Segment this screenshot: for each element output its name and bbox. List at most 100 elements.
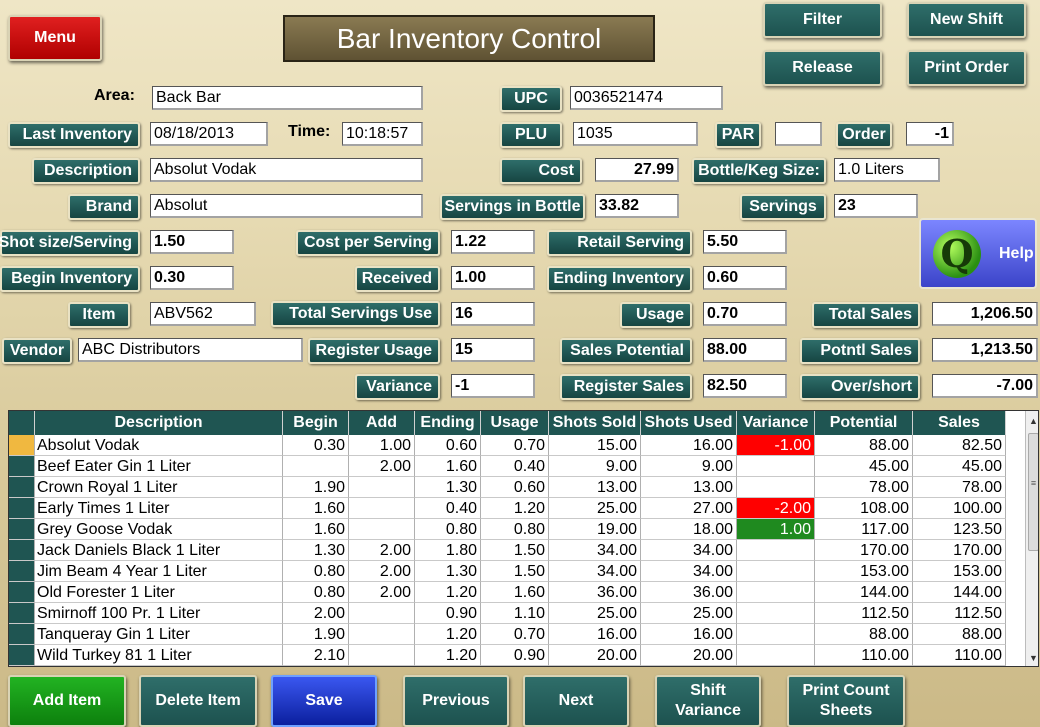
table-cell[interactable]: 0.80 bbox=[283, 561, 349, 582]
time-field[interactable]: 10:18:57 bbox=[342, 122, 423, 146]
table-row[interactable]: Grey Goose Vodak 1.60 0.80 0.80 19.00 18.00 1.… bbox=[9, 519, 1006, 540]
table-cell[interactable]: 19.00 bbox=[549, 519, 641, 540]
table-cell[interactable]: 1.50 bbox=[481, 561, 549, 582]
table-cell[interactable] bbox=[737, 561, 815, 582]
table-cell[interactable] bbox=[737, 477, 815, 498]
filter-button[interactable]: Filter bbox=[763, 2, 882, 38]
row-selector[interactable] bbox=[9, 540, 35, 561]
table-row[interactable]: Beef Eater Gin 1 Liter 2.00 1.60 0.40 9.00 9.… bbox=[9, 456, 1006, 477]
table-cell[interactable]: 16.00 bbox=[641, 624, 737, 645]
table-cell[interactable]: 1.60 bbox=[481, 582, 549, 603]
table-cell[interactable]: Jim Beam 4 Year 1 Liter bbox=[35, 561, 283, 582]
table-cell[interactable]: Grey Goose Vodak bbox=[35, 519, 283, 540]
retail-serving-field[interactable]: 5.50 bbox=[703, 230, 787, 254]
table-row[interactable]: Early Times 1 Liter 1.60 0.40 1.20 25.00 27.0… bbox=[9, 498, 1006, 519]
table-cell[interactable]: 13.00 bbox=[641, 477, 737, 498]
table-cell[interactable] bbox=[349, 519, 415, 540]
table-cell[interactable]: 0.90 bbox=[415, 603, 481, 624]
table-cell[interactable]: 0.80 bbox=[415, 519, 481, 540]
print-count-sheets-button[interactable]: Print Count Sheets bbox=[787, 675, 905, 727]
table-cell[interactable]: 144.00 bbox=[815, 582, 913, 603]
table-cell[interactable]: 153.00 bbox=[815, 561, 913, 582]
table-cell[interactable]: 153.00 bbox=[913, 561, 1006, 582]
variance-field[interactable]: -1 bbox=[451, 374, 535, 398]
row-selector[interactable] bbox=[9, 477, 35, 498]
table-cell[interactable]: 1.10 bbox=[481, 603, 549, 624]
servings-in-bottle-field[interactable]: 33.82 bbox=[595, 194, 679, 218]
column-header[interactable]: Potential bbox=[815, 411, 913, 435]
save-button[interactable]: Save bbox=[271, 675, 377, 727]
add-item-button[interactable]: Add Item bbox=[8, 675, 126, 727]
release-button[interactable]: Release bbox=[763, 50, 882, 86]
table-cell[interactable] bbox=[349, 645, 415, 666]
table-row[interactable]: Jim Beam 4 Year 1 Liter 0.80 2.00 1.30 1.50 3… bbox=[9, 561, 1006, 582]
servings-field[interactable]: 23 bbox=[834, 194, 918, 218]
table-cell[interactable]: 108.00 bbox=[815, 498, 913, 519]
help-button[interactable]: Q Help bbox=[919, 218, 1037, 289]
table-cell[interactable] bbox=[349, 624, 415, 645]
area-field[interactable]: Back Bar bbox=[152, 86, 423, 110]
table-row[interactable]: Old Forester 1 Liter 0.80 2.00 1.20 1.60 36.0… bbox=[9, 582, 1006, 603]
usage-field[interactable]: 0.70 bbox=[703, 302, 787, 326]
table-cell[interactable] bbox=[737, 603, 815, 624]
table-row[interactable]: Smirnoff 100 Pr. 1 Liter 2.00 0.90 1.10 25.0… bbox=[9, 603, 1006, 624]
next-button[interactable]: Next bbox=[523, 675, 629, 727]
table-cell[interactable]: -2.00 bbox=[737, 498, 815, 519]
table-cell[interactable]: 170.00 bbox=[815, 540, 913, 561]
table-cell[interactable]: 36.00 bbox=[549, 582, 641, 603]
column-header[interactable]: Shots Sold bbox=[549, 411, 641, 435]
sales-potential-field[interactable]: 88.00 bbox=[703, 338, 787, 362]
table-cell[interactable]: Smirnoff 100 Pr. 1 Liter bbox=[35, 603, 283, 624]
table-cell[interactable]: 27.00 bbox=[641, 498, 737, 519]
received-field[interactable]: 1.00 bbox=[451, 266, 535, 290]
column-header[interactable]: Shots Used bbox=[641, 411, 737, 435]
print-order-button[interactable]: Print Order bbox=[907, 50, 1026, 86]
table-cell[interactable]: 45.00 bbox=[913, 456, 1006, 477]
table-cell[interactable]: Absolut Vodak bbox=[35, 435, 283, 456]
row-selector[interactable] bbox=[9, 456, 35, 477]
row-selector[interactable] bbox=[9, 582, 35, 603]
table-cell[interactable]: 34.00 bbox=[641, 561, 737, 582]
table-cell[interactable]: 1.90 bbox=[283, 624, 349, 645]
column-header[interactable]: Usage bbox=[481, 411, 549, 435]
table-cell[interactable]: 78.00 bbox=[913, 477, 1006, 498]
ending-inventory-field[interactable]: 0.60 bbox=[703, 266, 787, 290]
table-cell[interactable] bbox=[349, 498, 415, 519]
table-cell[interactable]: 2.00 bbox=[283, 603, 349, 624]
table-cell[interactable]: 0.70 bbox=[481, 435, 549, 456]
table-cell[interactable]: 1.30 bbox=[283, 540, 349, 561]
table-cell[interactable]: 1.20 bbox=[415, 624, 481, 645]
plu-field[interactable]: 1035 bbox=[573, 122, 698, 146]
table-cell[interactable]: 2.10 bbox=[283, 645, 349, 666]
brand-field[interactable]: Absolut bbox=[150, 194, 423, 218]
table-cell[interactable]: 82.50 bbox=[913, 435, 1006, 456]
table-cell[interactable]: 1.00 bbox=[349, 435, 415, 456]
table-cell[interactable] bbox=[737, 582, 815, 603]
row-selector[interactable] bbox=[9, 435, 35, 456]
row-selector[interactable] bbox=[9, 603, 35, 624]
table-cell[interactable]: 15.00 bbox=[549, 435, 641, 456]
table-cell[interactable]: 25.00 bbox=[641, 603, 737, 624]
table-cell[interactable]: 2.00 bbox=[349, 540, 415, 561]
vendor-field[interactable]: ABC Distributors bbox=[78, 338, 303, 362]
table-cell[interactable]: 34.00 bbox=[641, 540, 737, 561]
table-cell[interactable]: 0.60 bbox=[481, 477, 549, 498]
table-cell[interactable]: 110.00 bbox=[913, 645, 1006, 666]
table-cell[interactable]: 144.00 bbox=[913, 582, 1006, 603]
description-field[interactable]: Absolut Vodak bbox=[150, 158, 423, 182]
table-cell[interactable]: 1.20 bbox=[481, 498, 549, 519]
delete-item-button[interactable]: Delete Item bbox=[139, 675, 257, 727]
table-cell[interactable]: 117.00 bbox=[815, 519, 913, 540]
shot-size-field[interactable]: 1.50 bbox=[150, 230, 234, 254]
table-cell[interactable]: Crown Royal 1 Liter bbox=[35, 477, 283, 498]
table-cell[interactable]: 1.60 bbox=[283, 498, 349, 519]
table-cell[interactable]: 1.60 bbox=[283, 519, 349, 540]
row-selector[interactable] bbox=[9, 561, 35, 582]
bottle-size-field[interactable]: 1.0 Liters bbox=[834, 158, 940, 182]
shift-variance-button[interactable]: Shift Variance bbox=[655, 675, 761, 727]
table-cell[interactable]: 1.20 bbox=[415, 645, 481, 666]
table-cell[interactable]: 2.00 bbox=[349, 582, 415, 603]
last-inventory-field[interactable]: 08/18/2013 bbox=[150, 122, 268, 146]
table-cell[interactable]: 1.20 bbox=[415, 582, 481, 603]
total-servings-use-field[interactable]: 16 bbox=[451, 302, 535, 326]
